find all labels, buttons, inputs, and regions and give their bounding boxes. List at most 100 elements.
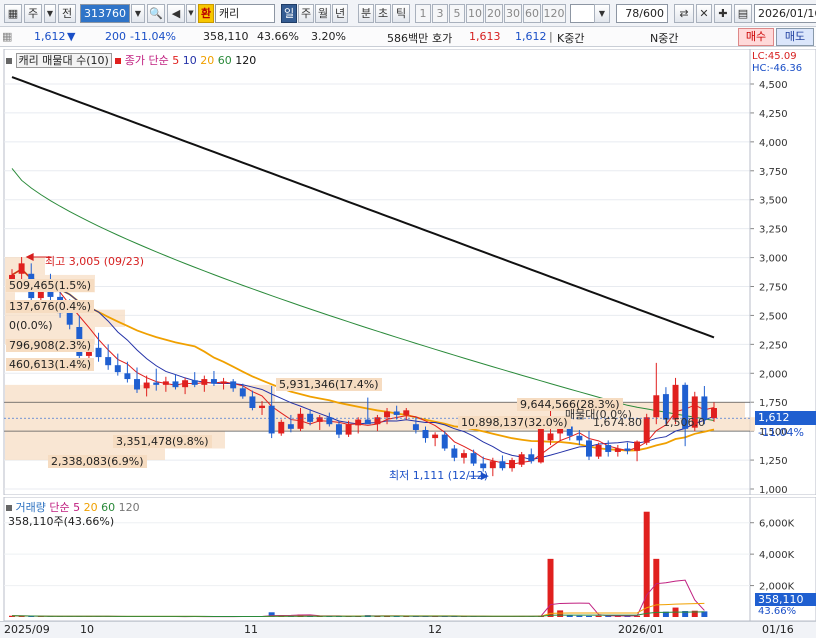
volume-tick-label: 6,000K xyxy=(759,519,795,530)
candle-body xyxy=(393,411,400,415)
market-type-arrow-icon[interactable]: ▼ xyxy=(44,4,56,23)
y-tick-label: 3,250 xyxy=(759,225,788,236)
candle-body xyxy=(614,448,621,452)
crosshair-icon[interactable]: ✕ xyxy=(696,4,712,23)
candle-body xyxy=(624,448,631,451)
candle-body xyxy=(586,440,592,457)
date-label: 11 xyxy=(244,623,258,636)
candle-body xyxy=(364,419,371,425)
count-field[interactable]: 78/600 xyxy=(616,4,668,23)
candle-body xyxy=(297,413,304,429)
ma20-legend: 20 xyxy=(200,54,215,67)
tab-month[interactable]: 월 xyxy=(315,4,331,23)
current-price: 1,612 xyxy=(34,30,66,43)
currency-badge-icon[interactable]: 환 xyxy=(198,4,214,23)
date-field[interactable]: 2026/01/16 xyxy=(754,4,816,23)
profile-label: 10,898,137(32.0%) xyxy=(458,416,571,429)
candle-body xyxy=(412,424,419,430)
interval-1[interactable]: 1 xyxy=(415,4,431,23)
stock-name-field[interactable]: 캐리 xyxy=(215,4,275,23)
profile-label: 460,613(1.4%) xyxy=(6,358,95,371)
candle-body xyxy=(18,263,25,274)
date-axis: 2025/09 10 11 12 2026/01 01/16 xyxy=(0,621,816,638)
tab-second[interactable]: 초 xyxy=(375,4,391,23)
tab-week[interactable]: 주 xyxy=(298,4,314,23)
interval-20[interactable]: 20 xyxy=(485,4,503,23)
sell-button[interactable]: 매도 xyxy=(776,28,814,46)
tab-tick[interactable]: 틱 xyxy=(392,4,410,23)
candle-body xyxy=(451,448,458,458)
n-mid-label[interactable]: N중간 xyxy=(650,30,678,46)
volume-chart-svg[interactable]: 6,000K 4,000K 2,000K xyxy=(0,497,816,621)
ask-price: 1,613 xyxy=(469,30,501,43)
candle-body xyxy=(66,311,73,325)
y-tick-label: 2,500 xyxy=(759,311,788,322)
interval-60[interactable]: 60 xyxy=(523,4,541,23)
stock-code-input[interactable]: 313760 xyxy=(80,4,130,23)
volume-plot-area xyxy=(3,497,751,621)
candle-body xyxy=(287,424,294,429)
volume-pct-tag: 43.66% xyxy=(758,606,797,617)
buy-button[interactable]: 매수 xyxy=(738,28,774,46)
tab-minute[interactable]: 분 xyxy=(358,4,374,23)
market-type-select[interactable]: 주 xyxy=(24,4,42,23)
k-mid-label[interactable]: K중간 xyxy=(557,30,584,46)
candle-body xyxy=(528,454,535,462)
profile-label: 2,338,083(6.9%) xyxy=(48,455,147,468)
profile-label: 1,674.80 xyxy=(593,416,642,429)
tab-year[interactable]: 년 xyxy=(332,4,348,23)
speaker-icon[interactable]: ◀ xyxy=(167,4,185,23)
market-scope-select[interactable]: 전 xyxy=(58,4,76,23)
compare-icon[interactable]: ⇄ xyxy=(674,4,694,23)
custom-interval-arrow-icon[interactable]: ▼ xyxy=(594,4,610,23)
chart-title[interactable]: 캐리 매물대 수(10) xyxy=(15,53,112,68)
date-label: 10 xyxy=(80,623,94,636)
candle-body xyxy=(162,381,169,385)
ma5-legend: 5 xyxy=(172,54,180,67)
candle-body xyxy=(278,421,285,434)
price-change-pct: -11.04% xyxy=(130,30,176,43)
ma120-legend: 120 xyxy=(235,54,257,67)
candle-body xyxy=(355,419,362,426)
y-tick-label: 1,000 xyxy=(759,485,788,495)
settings-icon[interactable]: ▤ xyxy=(734,4,752,23)
interval-10[interactable]: 10 xyxy=(466,4,484,23)
candle-body xyxy=(134,379,140,390)
interval-5[interactable]: 5 xyxy=(449,4,465,23)
candle-body xyxy=(711,408,717,419)
volume-chart-panel[interactable]: 6,000K 4,000K 2,000K 거래량 단순 5 20 60 120 35… xyxy=(0,497,816,621)
volume-tick-label: 4,000K xyxy=(759,550,795,561)
candle-body xyxy=(441,434,448,449)
grid-menu-icon[interactable]: ▦ xyxy=(4,4,22,23)
ma-legend-label: 종가 단순 xyxy=(124,54,169,67)
y-tick-label: 4,250 xyxy=(759,109,788,120)
ma-legend-swatch-icon xyxy=(115,58,122,64)
candle-body xyxy=(634,441,641,451)
interval-3[interactable]: 3 xyxy=(432,4,448,23)
speaker-arrow-icon[interactable]: ▼ xyxy=(186,4,196,23)
price-chart-panel[interactable]: 4,500 4,250 4,000 3,750 3,500 3,250 3,000 2,750… xyxy=(0,49,816,495)
quote-menu-icon[interactable]: ▦ xyxy=(2,30,12,43)
date-label: 12 xyxy=(428,623,442,636)
volume-ma120-legend: 120 xyxy=(118,501,140,514)
profile-label: 5,931,346(17.4%) xyxy=(276,378,382,391)
profile-label: 796,908(2.3%) xyxy=(6,339,95,352)
profile-label: 509,465(1.5%) xyxy=(6,279,95,292)
interval-30[interactable]: 30 xyxy=(504,4,522,23)
tools-icon[interactable]: ✚ xyxy=(714,4,732,23)
candle-body xyxy=(259,405,266,408)
trade-amount: 586백만 xyxy=(387,32,429,45)
candle-body xyxy=(191,380,198,385)
tab-day[interactable]: 일 xyxy=(281,4,297,23)
quote-bar: ▦ 1,612 ▼ 200 -11.04% 358,110 43.66% 3.2… xyxy=(0,27,816,47)
code-dropdown-icon[interactable]: ▼ xyxy=(131,4,145,23)
candle-body xyxy=(114,365,121,373)
turnover-pct: 3.20% xyxy=(311,30,346,43)
lc-label: LC:45.09 xyxy=(752,51,797,62)
date-label: 01/16 xyxy=(762,623,794,636)
candle-body xyxy=(249,396,256,408)
interval-120[interactable]: 120 xyxy=(542,4,566,23)
volume-bar xyxy=(547,558,554,617)
candle-body xyxy=(470,453,477,464)
search-icon[interactable]: 🔍 xyxy=(147,4,165,23)
